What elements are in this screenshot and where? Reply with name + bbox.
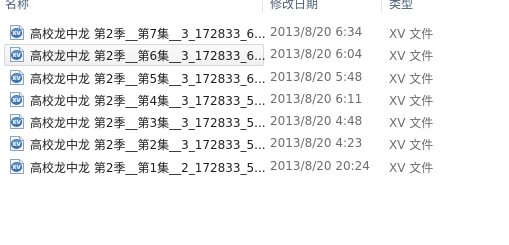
svg-text:XV: XV [12, 98, 21, 104]
file-row[interactable]: XV 高校龙中龙 第2季__第3集__3_172833_5... 2013/8/… [0, 111, 509, 133]
xv-file-icon: XV [9, 47, 25, 63]
column-header-name[interactable]: 名称 [5, 0, 29, 12]
svg-text:XV: XV [12, 120, 21, 126]
file-name: 高校龙中龙 第2季__第5集__3_172833_6... [30, 71, 266, 86]
column-divider[interactable] [262, 0, 263, 13]
file-date-modified: 2013/8/20 4:23 [270, 136, 363, 151]
svg-text:XV: XV [12, 142, 21, 148]
svg-text:XV: XV [12, 76, 21, 82]
file-name: 高校龙中龙 第2季__第7集__3_172833_6... [30, 27, 266, 41]
file-type: XV 文件 [389, 27, 434, 41]
svg-text:XV: XV [12, 165, 21, 171]
column-header-bar: 名称 修改日期 类型 [0, 0, 509, 14]
file-name: 高校龙中龙 第2季__第3集__3_172833_5... [30, 116, 266, 131]
column-divider[interactable] [381, 0, 382, 13]
file-type: XV 文件 [389, 116, 434, 131]
file-type: XV 文件 [389, 138, 434, 153]
svg-text:XV: XV [12, 31, 21, 37]
xv-file-icon: XV [9, 25, 25, 40]
file-date-modified: 2013/8/20 6:11 [270, 91, 363, 106]
file-date-modified: 2013/8/20 5:48 [270, 69, 363, 84]
file-date-modified: 2013/8/20 6:34 [270, 25, 363, 39]
file-row[interactable]: XV 高校龙中龙 第2季__第7集__3_172833_6... 2013/8/… [0, 22, 509, 44]
column-header-date-modified[interactable]: 修改日期 [270, 0, 318, 12]
file-row[interactable]: XV 高校龙中龙 第2季__第1集__2_172833_5... 2013/8/… [0, 156, 509, 178]
file-type: XV 文件 [389, 71, 434, 86]
file-row[interactable]: XV 高校龙中龙 第2季__第6集__3_172833_6... 2013/8/… [0, 44, 509, 67]
file-list: XV 高校龙中龙 第2季__第7集__3_172833_6... 2013/8/… [0, 22, 509, 178]
file-row[interactable]: XV 高校龙中龙 第2季__第2集__3_172833_5... 2013/8/… [0, 133, 509, 155]
svg-text:XV: XV [12, 53, 21, 59]
file-name: 高校龙中龙 第2季__第6集__3_172833_6... [30, 49, 266, 64]
file-name: 高校龙中龙 第2季__第2集__3_172833_5... [30, 138, 266, 153]
xv-file-icon: XV [9, 136, 25, 152]
file-row[interactable]: XV 高校龙中龙 第2季__第5集__3_172833_6... 2013/8/… [0, 67, 509, 89]
xv-file-icon: XV [9, 114, 25, 130]
file-name: 高校龙中龙 第2季__第1集__2_172833_5... [30, 160, 266, 175]
file-date-modified: 2013/8/20 4:48 [270, 114, 363, 129]
file-date-modified: 2013/8/20 6:04 [270, 47, 363, 62]
xv-file-icon: XV [9, 69, 25, 85]
file-type: XV 文件 [389, 49, 434, 64]
xv-file-icon: XV [9, 158, 25, 174]
file-type: XV 文件 [389, 160, 434, 175]
column-header-type[interactable]: 类型 [389, 0, 413, 12]
xv-file-icon: XV [9, 91, 25, 107]
file-type: XV 文件 [389, 93, 434, 108]
file-date-modified: 2013/8/20 20:24 [270, 158, 370, 173]
file-name: 高校龙中龙 第2季__第4集__3_172833_5... [30, 93, 266, 108]
file-row[interactable]: XV 高校龙中龙 第2季__第4集__3_172833_5... 2013/8/… [0, 89, 509, 111]
